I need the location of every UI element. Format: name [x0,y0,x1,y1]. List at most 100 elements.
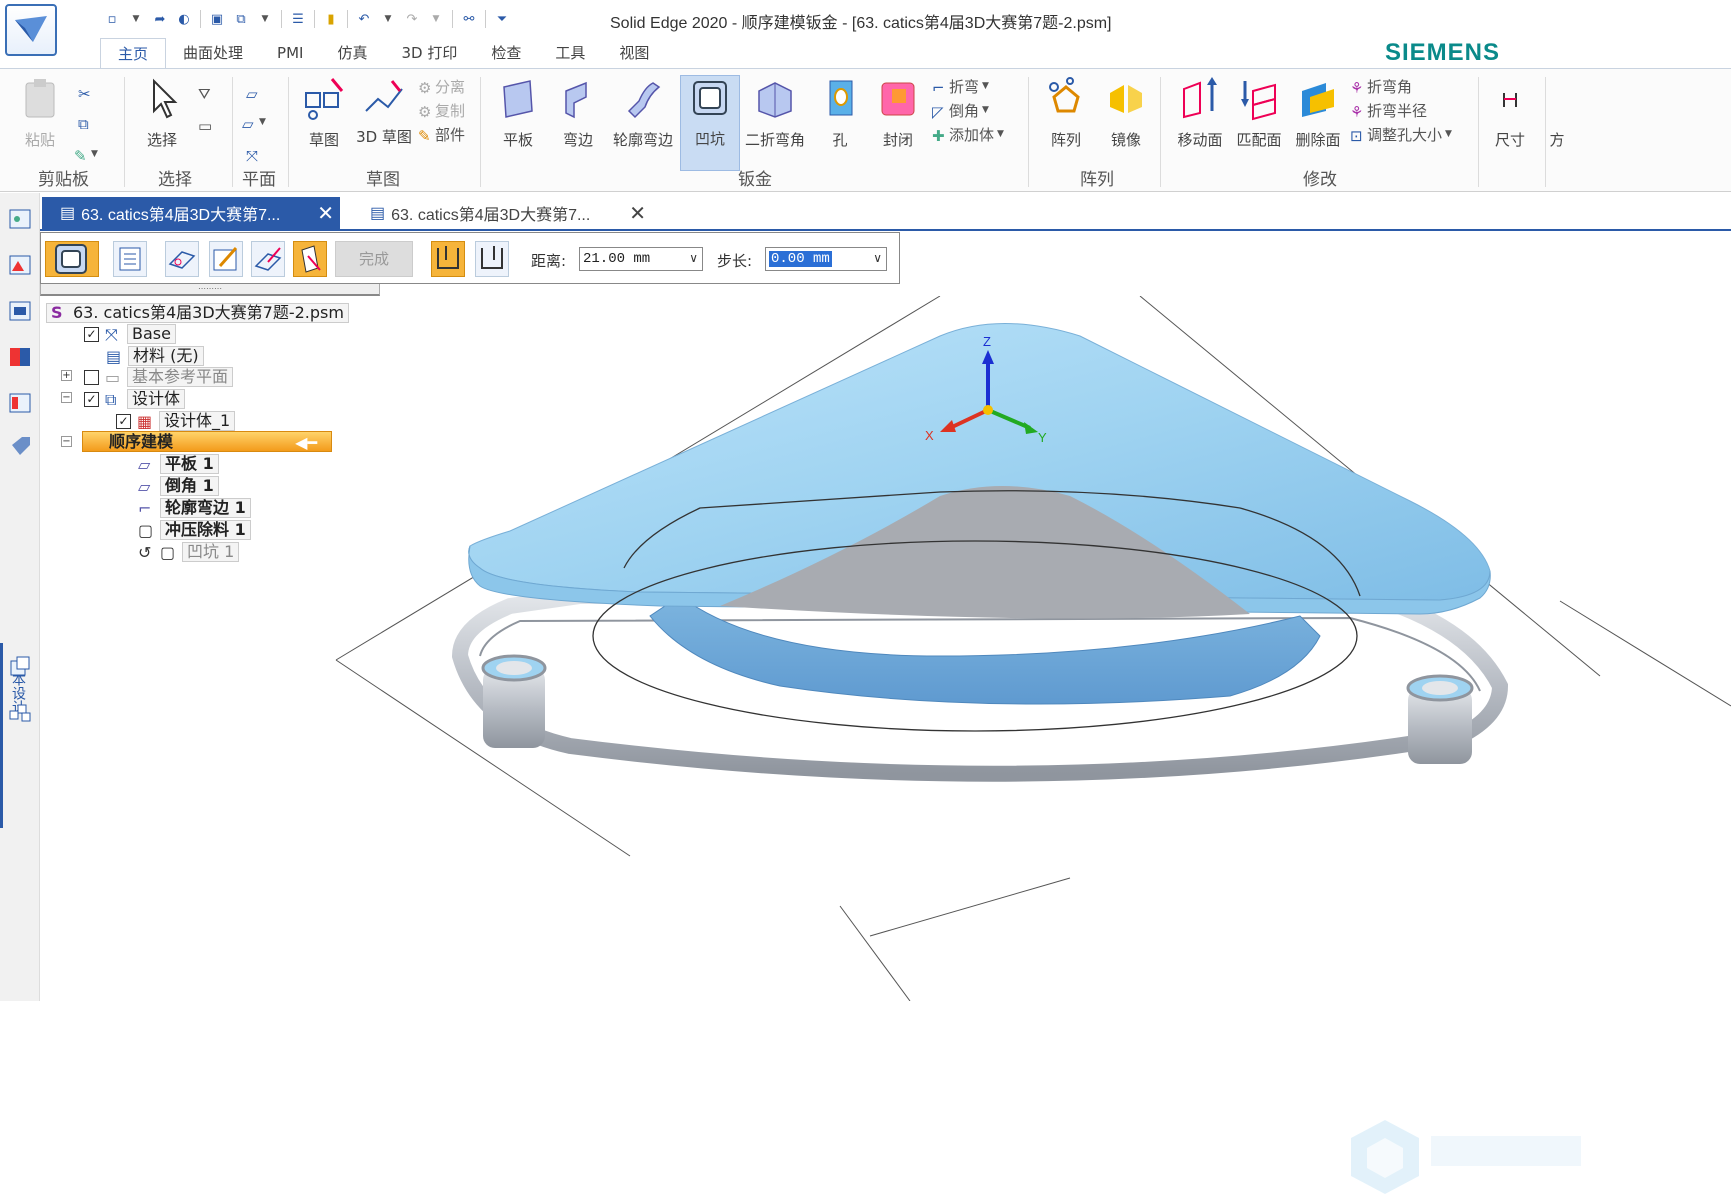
dimple-step-button[interactable] [45,241,99,277]
tree-item-feature[interactable]: ▢ 冲压除料 1 [138,520,251,540]
chamfer-button[interactable]: ◸ 倒角 ▼ [932,99,989,122]
tab-3d-print[interactable]: 3D 打印 [384,38,474,68]
collapse-icon[interactable]: − [61,436,72,447]
side-step-button[interactable] [251,241,285,277]
resize-hole-button[interactable]: ⊡ 调整孔大小 ▼ [1350,123,1452,146]
tree-item-reference-planes[interactable]: ▭ 基本参考平面 [84,367,234,387]
rollback-bar-icon[interactable]: ◀━ [295,433,317,452]
graphics-viewport[interactable]: Z X Y [40,296,1731,1194]
move-face-button[interactable]: 移动面 [1168,77,1232,150]
tab-tools[interactable]: 工具 [538,38,602,68]
undo-dropdown-icon[interactable]: ▼ [376,8,400,30]
double-bend-button[interactable]: 二折弯角 [742,77,808,150]
tree-item-feature-active[interactable]: ↺ ▢ 凹坑 1 [138,542,240,562]
extent-step-button[interactable] [293,241,327,277]
add-body-button[interactable]: ✚ 添加体 ▼ [932,123,1004,146]
collapse-icon[interactable]: − [61,392,72,403]
coordinate-system-button[interactable]: ⤧ [246,143,260,165]
cost-tag-icon[interactable] [8,435,32,459]
app-menu-button[interactable] [5,4,57,56]
tree-item-design-body-1[interactable]: ✓ ▦ 设计体_1 [116,411,236,431]
tab-simulation[interactable]: 仿真 [320,38,384,68]
plane-options-button[interactable]: ▱ ▼ [242,111,266,133]
tree-item-sequential-modeling[interactable]: 顺序建模 ◀━ [82,431,332,452]
close-tab-icon[interactable]: ✕ [629,201,646,226]
chevron-down-icon[interactable]: ∨ [873,248,882,270]
properties-icon[interactable]: ☰ [286,8,310,30]
tree-item-feature[interactable]: ▱ 倒角 1 [138,476,219,496]
sketch-button[interactable]: 草图 [294,77,354,150]
bend-button[interactable]: ⌐ 折弯 ▼ [932,75,989,98]
offset-side-button[interactable] [431,241,465,277]
tree-root[interactable]: S 63. catics第4届3D大赛第7题-2.psm [46,303,349,323]
tab-inspect[interactable]: 检查 [474,38,538,68]
mirror-button[interactable]: 镜像 [1096,77,1156,150]
bend-radius-button[interactable]: ⚘ 折弯半径 [1350,99,1427,122]
document-tab-inactive[interactable]: ▤ 63. catics第4届3D大赛第7... ✕ [352,197,652,229]
options-button[interactable] [113,241,147,277]
hole-button[interactable]: 孔 [810,77,870,150]
chevron-down-icon[interactable]: ∨ [689,248,698,270]
tab-view[interactable]: 视图 [602,38,666,68]
tab-pmi[interactable]: PMI [260,38,320,68]
dimension-button[interactable]: 尺寸 [1480,77,1540,150]
visibility-checkbox[interactable]: ✓ [84,391,99,407]
step-input[interactable]: 0.00 mm ∨ [765,247,887,271]
select-filter-button[interactable]: ⛛ [198,81,212,103]
pattern-button[interactable]: 阵列 [1036,77,1096,150]
pathfinder-icon[interactable] [8,207,32,231]
profile-side-button[interactable] [475,241,509,277]
part-button[interactable]: ✎ 部件 [418,123,465,146]
visibility-checkbox[interactable]: ✓ [84,326,99,342]
properties-panel-icon[interactable] [8,391,32,415]
bend-angle-button[interactable]: ⚘ 折弯角 [1350,75,1412,98]
tab-surfacing[interactable]: 曲面处理 [166,38,260,68]
flange-button[interactable]: 弯边 [548,77,608,150]
close-tab-icon[interactable]: ✕ [317,201,334,226]
clipboard-icon[interactable]: ▮ [319,8,343,30]
pathfinder-resize-grip[interactable]: ⋯⋯⋯ [40,284,380,296]
redo-icon[interactable]: ↷ [400,8,424,30]
tree-item-design-body[interactable]: ✓ ⧉ 设计体 [84,389,186,409]
tree-item-feature[interactable]: ⌐ 轮廓弯边 1 [138,498,251,518]
select-plane-step-button[interactable] [165,241,199,277]
new-dropdown-icon[interactable]: ▼ [124,8,148,30]
cut-button[interactable]: ✂ [78,81,92,103]
contour-flange-button[interactable]: 轮廓弯边 [608,77,678,150]
save-icon[interactable]: ▣ [205,8,229,30]
open-file-icon[interactable]: ➦ [148,8,172,30]
save-all-icon[interactable]: ⧉ [229,8,253,30]
tab-home[interactable]: 主页 [100,38,167,68]
families-icon[interactable] [8,701,32,725]
save-dropdown-icon[interactable]: ▼ [253,8,277,30]
visibility-checkbox[interactable] [84,369,99,385]
draw-profile-step-button[interactable] [209,241,243,277]
paste-button[interactable]: 粘贴 [10,77,70,150]
model-view[interactable]: Z X Y [40,296,1731,1001]
done-button[interactable]: 完成 [335,241,413,277]
color-manager-icon[interactable] [8,345,32,369]
tree-item-material[interactable]: ▤ 材料 (无) [106,346,204,366]
dimple-button[interactable]: 凹坑 [680,75,740,171]
more-button[interactable]: 方 [1546,77,1568,150]
sketch-3d-button[interactable]: 3D 草图 [354,77,414,145]
visibility-checkbox[interactable]: ✓ [116,413,131,429]
copy-button[interactable]: ⧉ [78,111,92,133]
new-file-icon[interactable]: ▫ [100,8,124,30]
tree-item-base[interactable]: ✓ ⤧ Base [84,324,176,344]
tab-feature-button[interactable]: 平板 [488,77,548,150]
redo-dropdown-icon[interactable]: ▼ [424,8,448,30]
layers-icon[interactable] [8,253,32,277]
distance-input[interactable]: 21.00 mm ∨ [579,247,703,271]
plane-button[interactable]: ▱ [246,81,260,103]
format-painter-button[interactable]: ✎ ▼ [74,143,98,165]
document-tab-active[interactable]: ▤ 63. catics第4届3D大赛第7... ✕ [42,197,340,229]
customize-qat-icon[interactable]: ⏷ [490,8,514,30]
match-face-button[interactable]: 匹配面 [1230,77,1288,150]
split-button[interactable]: ⚙ 分离 [418,75,465,98]
copy-body-button[interactable]: ⚙ 复制 [418,99,465,122]
select-box-button[interactable]: ▭ [198,113,212,135]
expand-icon[interactable]: + [61,370,72,381]
sensors-icon[interactable] [8,299,32,323]
undo-icon[interactable]: ↶ [352,8,376,30]
